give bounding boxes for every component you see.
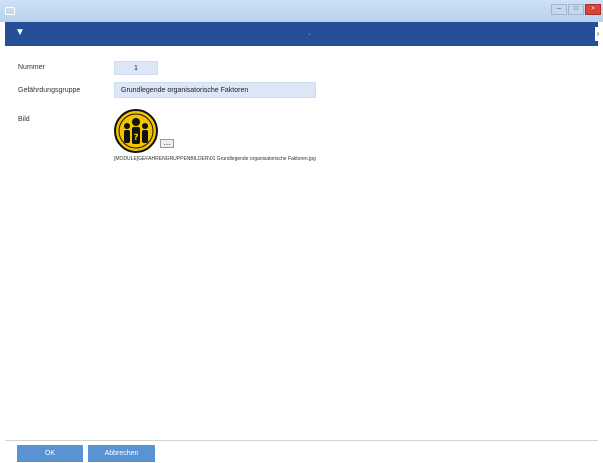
ribbon-expand-button[interactable]: › [595, 27, 601, 41]
maximize-button[interactable]: □ [568, 4, 584, 15]
window-controls: ─ □ × [551, 4, 601, 15]
hazard-group-logo-icon: ? [114, 109, 158, 153]
browse-image-button[interactable]: ... [160, 139, 174, 148]
nummer-field[interactable]: 1 [114, 61, 158, 75]
nummer-label: Nummer [18, 64, 45, 71]
ribbon-indicator: · [308, 30, 311, 39]
image-path-text: [MODULE]GEFAHRENGRUPPENBILDER\01 Grundle… [114, 156, 316, 162]
close-button[interactable]: × [585, 4, 601, 15]
collapse-arrow-icon[interactable]: ▼ [15, 27, 25, 38]
gefaehrdungsgruppe-field[interactable]: Grundlegende organisatorische Faktoren [114, 82, 316, 98]
footer-divider [5, 440, 598, 441]
window-titlebar: ─ □ × [0, 0, 603, 22]
ok-button[interactable]: OK [17, 445, 83, 462]
ribbon-bar: ▼ · › [5, 22, 601, 46]
cancel-button[interactable]: Abbrechen [88, 445, 155, 462]
minimize-button[interactable]: ─ [551, 4, 567, 15]
bild-label: Bild [18, 116, 30, 123]
gefaehrdungsgruppe-label: Gefährdungsgruppe [18, 87, 81, 94]
app-icon [5, 7, 15, 15]
svg-text:?: ? [133, 133, 138, 143]
